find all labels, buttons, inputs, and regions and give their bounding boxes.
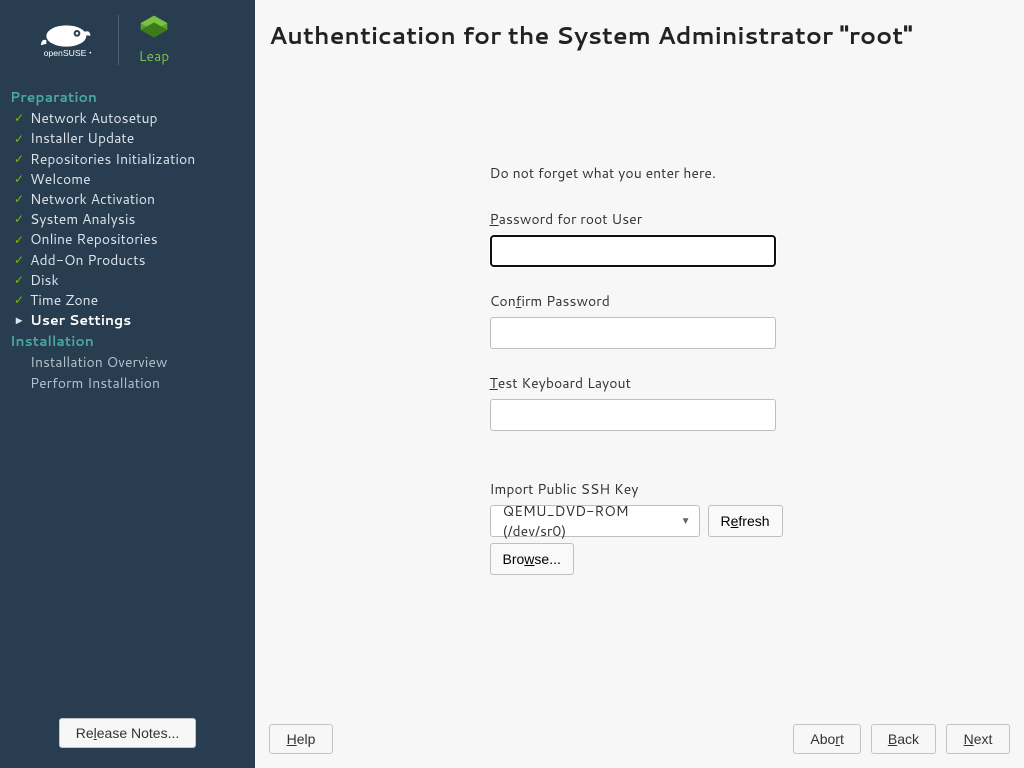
nav-item-system-analysis: ✓System Analysis [10,209,245,229]
form-area: Do not forget what you enter here. Passw… [269,62,1010,716]
test-keyboard-label: Test Keyboard Layout [490,373,790,393]
opensuse-logo: openSUSE [30,20,100,60]
nav-item-time-zone: ✓Time Zone [10,290,245,310]
nav-item-installer-update: ✓Installer Update [10,128,245,148]
nav-item-addon-products: ✓Add-On Products [10,250,245,270]
footer: Help Abort Back Next [269,716,1010,754]
nav-item-perform-installation: Perform Installation [10,373,245,393]
check-icon: ✓ [12,252,26,268]
nav-section-installation: Installation [10,330,245,352]
nav: Preparation ✓Network Autosetup ✓Installe… [0,80,255,399]
nav-item-online-repositories: ✓Online Repositories [10,229,245,249]
nav-section-preparation: Preparation [10,86,245,108]
svg-text:openSUSE: openSUSE [44,48,87,58]
ssh-key-label: Import Public SSH Key [490,479,790,499]
confirm-password-label: Confirm Password [490,291,790,311]
nav-item-welcome: ✓Welcome [10,169,245,189]
nav-item-network-autosetup: ✓Network Autosetup [10,108,245,128]
nav-item-installation-overview: Installation Overview [10,352,245,372]
confirm-password-input[interactable] [490,317,776,349]
abort-button[interactable]: Abort [793,724,860,754]
main-panel: Authentication for the System Administra… [255,0,1024,768]
browse-button[interactable]: Browse... [490,543,574,575]
check-icon: ✓ [12,232,26,248]
ssh-source-selected: QEMU_DVD-ROM (/dev/sr0) [503,501,681,541]
check-icon: ✓ [12,292,26,308]
sidebar: openSUSE Leap Preparation ✓Network Autos… [0,0,255,768]
check-icon: ✓ [12,272,26,288]
leap-logo: Leap [137,14,171,66]
hint-text: Do not forget what you enter here. [490,163,790,183]
check-icon: ✓ [12,151,26,167]
nav-item-network-activation: ✓Network Activation [10,189,245,209]
refresh-button[interactable]: Refresh [708,505,783,537]
logo-area: openSUSE Leap [0,0,255,80]
test-keyboard-input[interactable] [490,399,776,431]
check-icon: ✓ [12,211,26,227]
arrow-right-icon: ▸ [12,312,26,328]
check-icon: ✓ [12,191,26,207]
check-icon: ✓ [12,110,26,126]
nav-item-repositories-initialization: ✓Repositories Initialization [10,149,245,169]
ssh-source-select[interactable]: QEMU_DVD-ROM (/dev/sr0) ▼ [490,505,700,537]
logo-divider [118,15,119,65]
page-title: Authentication for the System Administra… [269,14,1010,62]
back-button[interactable]: Back [871,724,936,754]
password-label: Password for root User [490,209,790,229]
chevron-down-icon: ▼ [681,514,691,528]
leap-label: Leap [139,46,170,66]
release-notes-button[interactable]: Release Notes... [59,718,197,748]
nav-item-disk: ✓Disk [10,270,245,290]
next-button[interactable]: Next [946,724,1010,754]
check-icon: ✓ [12,131,26,147]
password-input[interactable] [490,235,776,267]
help-button[interactable]: Help [269,724,333,754]
nav-item-user-settings: ▸User Settings [10,310,245,330]
check-icon: ✓ [12,171,26,187]
